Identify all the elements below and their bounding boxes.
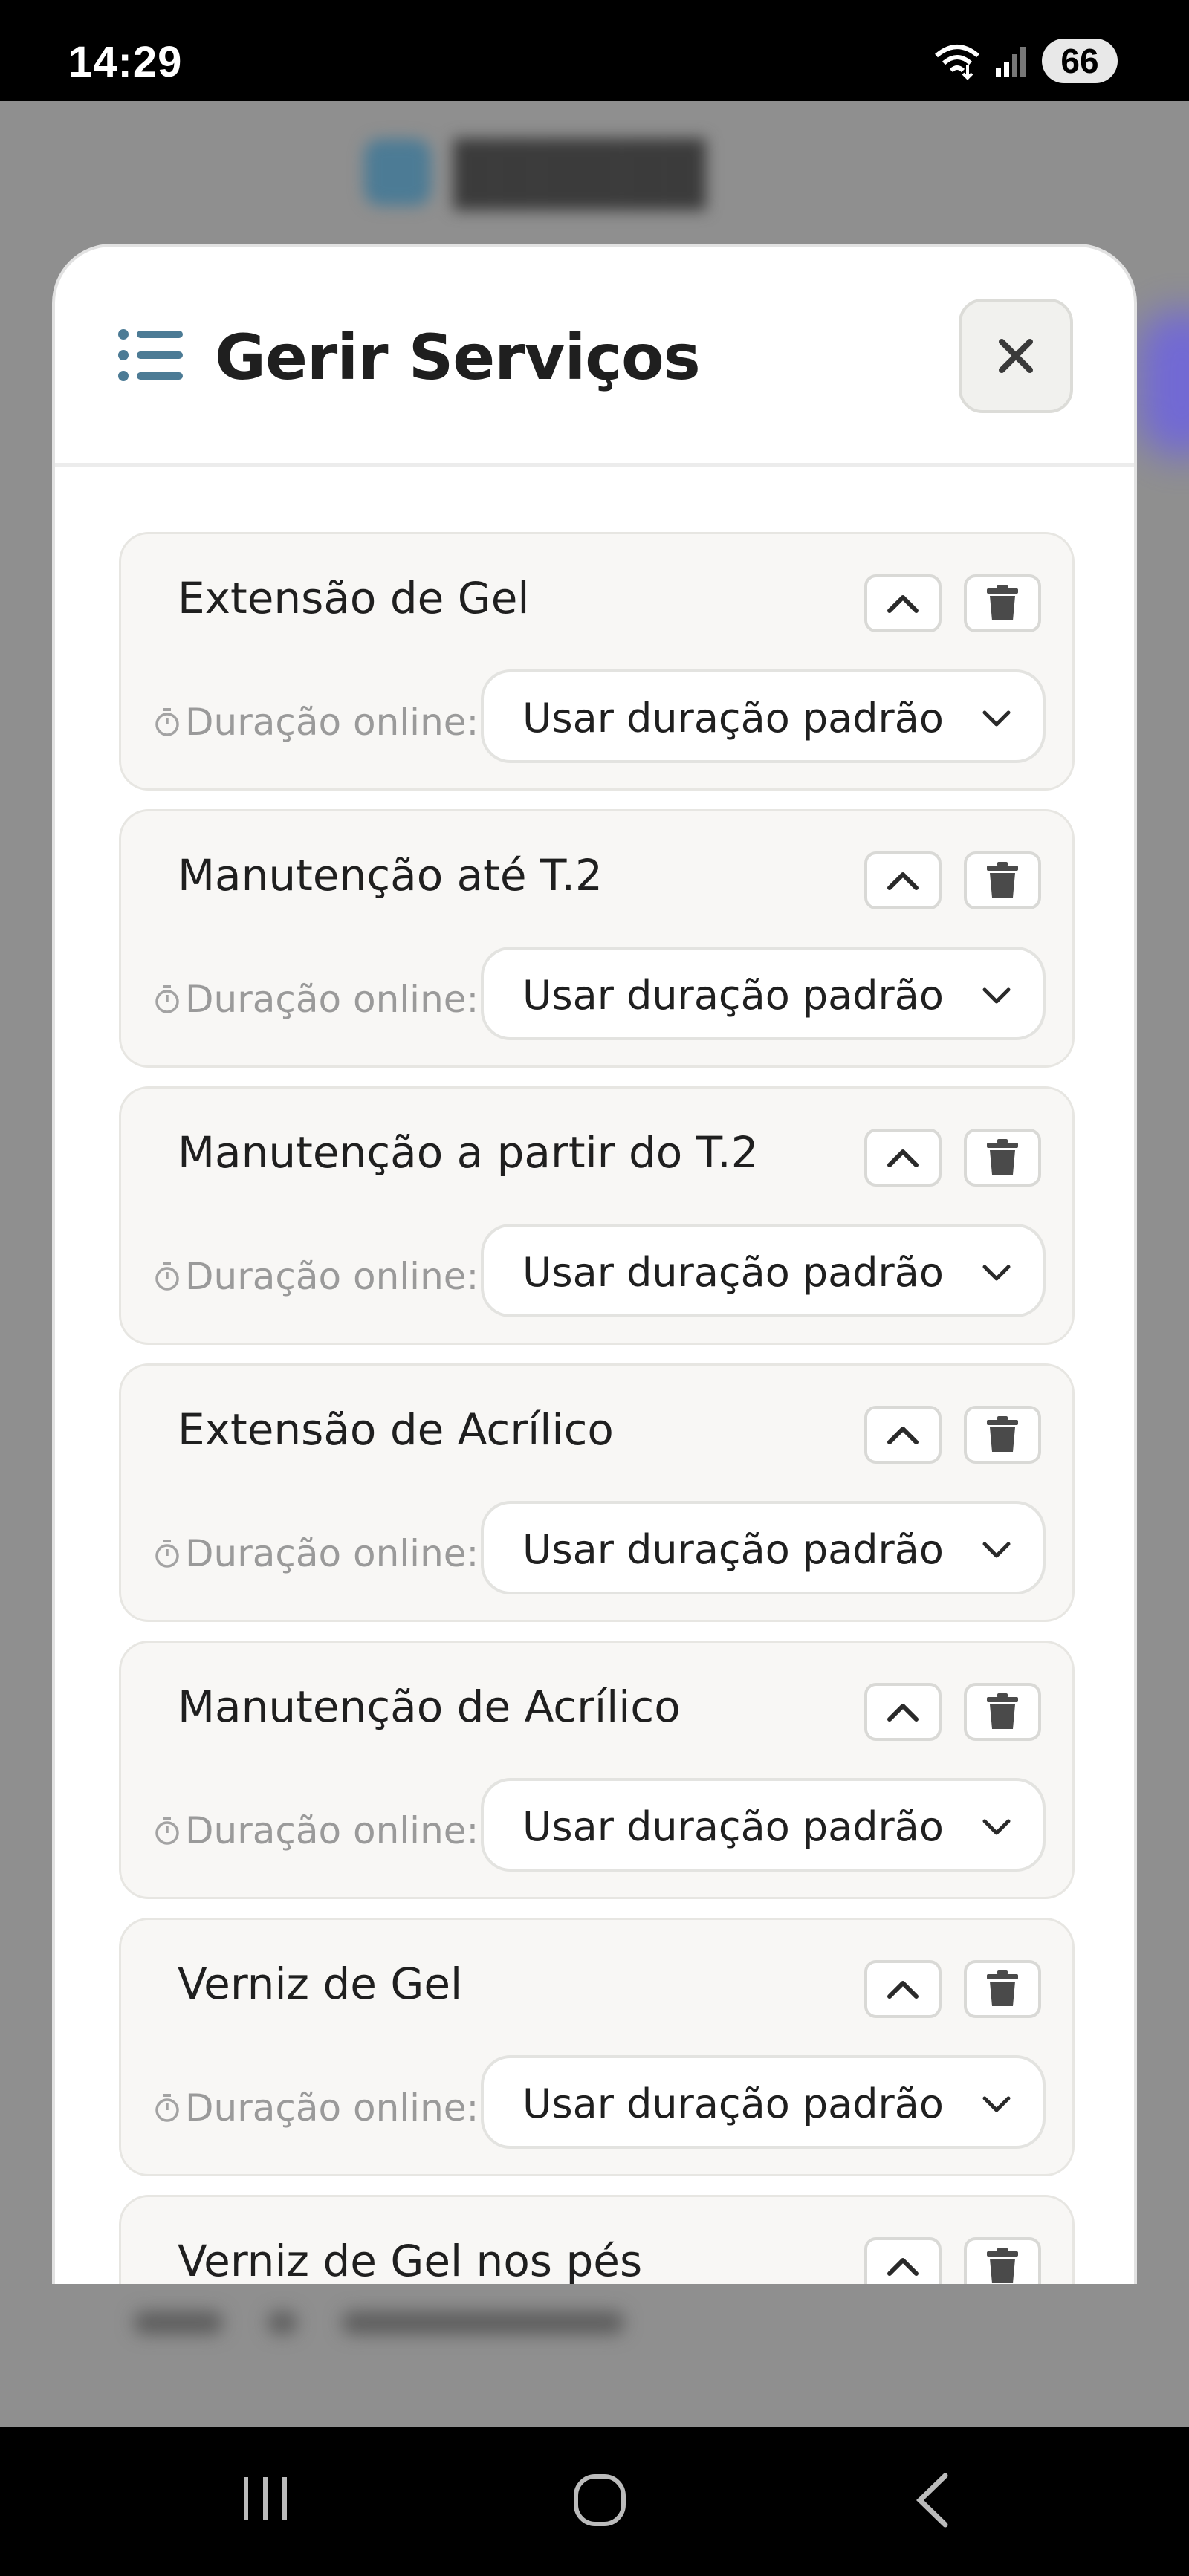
timer-icon: [155, 1817, 179, 1845]
chevron-up-icon: [887, 1427, 919, 1444]
delete-button[interactable]: [964, 1406, 1041, 1464]
chevron-down-icon: [982, 987, 1011, 1004]
duration-label-text: Duração online:: [185, 2086, 479, 2129]
trash-icon: [987, 1693, 1018, 1729]
chevron-down-icon: [982, 710, 1011, 727]
trash-icon: [987, 585, 1018, 620]
signal-icon: [996, 47, 1026, 77]
delete-button[interactable]: [964, 1683, 1041, 1741]
trash-icon: [987, 862, 1018, 898]
background-accent: [1137, 309, 1189, 458]
timer-icon: [155, 1540, 179, 1568]
service-card: Manutenção a partir do T.2 Duração onlin…: [119, 1086, 1075, 1345]
service-card: Verniz de Gel Duração online: Usar duraç…: [119, 1918, 1075, 2176]
delete-button[interactable]: [964, 2237, 1041, 2284]
trash-icon: [987, 1970, 1018, 2006]
timer-icon: [155, 1262, 179, 1291]
background-footer: [134, 2300, 699, 2345]
duration-select-value: Usar duração padrão: [522, 1803, 944, 1850]
move-up-button[interactable]: [864, 1960, 942, 2018]
wifi-icon: [935, 45, 979, 80]
duration-label: Duração online:: [154, 2086, 479, 2129]
duration-select[interactable]: Usar duração padrão: [481, 1778, 1046, 1872]
service-card: Manutenção até T.2 Duração online: Usar …: [119, 809, 1075, 1068]
move-up-button[interactable]: [864, 851, 942, 909]
duration-select-value: Usar duração padrão: [522, 972, 944, 1019]
duration-select-value: Usar duração padrão: [522, 1249, 944, 1296]
service-name: Manutenção a partir do T.2: [178, 1127, 759, 1178]
move-up-button[interactable]: [864, 2237, 942, 2284]
duration-select-value: Usar duração padrão: [522, 695, 944, 742]
trash-icon: [987, 2248, 1018, 2283]
delete-button[interactable]: [964, 1960, 1041, 2018]
chevron-up-icon: [887, 1149, 919, 1167]
status-icons: 66: [933, 39, 1118, 83]
move-up-button[interactable]: [864, 1406, 942, 1464]
background-logo: ██████: [364, 138, 706, 207]
status-time: 14:29: [68, 38, 183, 86]
close-button[interactable]: [959, 299, 1073, 413]
duration-label-text: Duração online:: [185, 1809, 479, 1852]
duration-label: Duração online:: [154, 1255, 479, 1298]
service-name: Extensão de Acrílico: [178, 1404, 614, 1455]
modal-title: Gerir Serviços: [215, 321, 701, 394]
duration-label: Duração online:: [154, 1532, 479, 1575]
duration-label: Duração online:: [154, 978, 479, 1021]
duration-label-text: Duração online:: [185, 1532, 479, 1575]
service-name: Verniz de Gel nos pés: [178, 2236, 643, 2284]
chevron-down-icon: [982, 1819, 1011, 1835]
duration-select[interactable]: Usar duração padrão: [481, 1501, 1046, 1594]
navigation-bar: [0, 2427, 1189, 2576]
trash-icon: [987, 1139, 1018, 1175]
move-up-button[interactable]: [864, 1129, 942, 1187]
move-up-button[interactable]: [864, 1683, 942, 1741]
duration-select[interactable]: Usar duração padrão: [481, 2055, 1046, 2149]
chevron-down-icon: [982, 1542, 1011, 1558]
service-card: Verniz de Gel nos pés Dura: [119, 2195, 1075, 2284]
trash-icon: [987, 1416, 1018, 1452]
recent-apps-icon[interactable]: [239, 2473, 291, 2525]
back-icon[interactable]: [911, 2473, 956, 2528]
timer-icon: [155, 985, 179, 1013]
duration-select[interactable]: Usar duração padrão: [481, 669, 1046, 763]
duration-select[interactable]: Usar duração padrão: [481, 1224, 1046, 1317]
chevron-up-icon: [887, 1704, 919, 1722]
chevron-down-icon: [982, 1265, 1011, 1281]
delete-button[interactable]: [964, 1129, 1041, 1187]
service-name: Verniz de Gel: [178, 1959, 463, 2009]
battery-indicator: 66: [1042, 39, 1118, 83]
delete-button[interactable]: [964, 851, 1041, 909]
duration-label-text: Duração online:: [185, 978, 479, 1021]
timer-icon: [155, 2094, 179, 2122]
chevron-up-icon: [887, 1981, 919, 1999]
status-bar: 14:29 66: [0, 0, 1189, 101]
duration-label-text: Duração online:: [185, 1255, 479, 1298]
service-card: Manutenção de Acrílico Duração online: U…: [119, 1641, 1075, 1899]
duration-label: Duração online:: [154, 701, 479, 744]
delete-button[interactable]: [964, 574, 1041, 632]
chevron-up-icon: [887, 2258, 919, 2276]
service-name: Manutenção de Acrílico: [178, 1681, 681, 1732]
list-icon: [118, 329, 183, 381]
duration-label-text: Duração online:: [185, 701, 479, 744]
service-name: Extensão de Gel: [178, 573, 530, 623]
duration-select-value: Usar duração padrão: [522, 2080, 944, 2127]
duration-select[interactable]: Usar duração padrão: [481, 947, 1046, 1040]
duration-label: Duração online:: [154, 1809, 479, 1852]
chevron-down-icon: [982, 2096, 1011, 2112]
chevron-up-icon: [887, 595, 919, 613]
chevron-up-icon: [887, 872, 919, 890]
duration-select-value: Usar duração padrão: [522, 1526, 944, 1573]
services-list[interactable]: Extensão de Gel Duração online: Usar dur…: [55, 467, 1134, 2284]
modal-header: Gerir Serviços: [55, 247, 1134, 467]
timer-icon: [155, 708, 179, 736]
service-card: Extensão de Gel Duração online: Usar dur…: [119, 532, 1075, 791]
service-card: Extensão de Acrílico Duração online: Usa…: [119, 1363, 1075, 1622]
move-up-button[interactable]: [864, 574, 942, 632]
close-icon: [999, 339, 1033, 373]
service-name: Manutenção até T.2: [178, 850, 603, 901]
manage-services-modal: Gerir Serviços Extensão de Gel Duração o…: [52, 244, 1137, 2284]
home-icon[interactable]: [572, 2473, 627, 2528]
